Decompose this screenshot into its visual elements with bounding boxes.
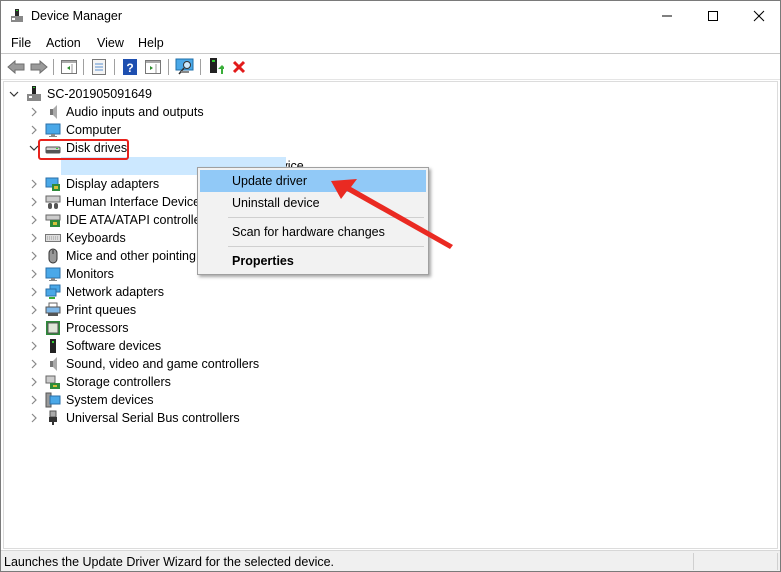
computer-root-icon [27, 86, 41, 101]
keyboard-icon [45, 234, 61, 242]
show-hide-console-tree-icon [61, 60, 77, 74]
printer-icon [45, 302, 61, 316]
menu-bar: File Action View Help [1, 32, 780, 54]
tree-item-monitors[interactable]: Monitors [66, 267, 114, 281]
forward-arrow-icon [30, 60, 48, 74]
chevron-right-icon[interactable] [29, 251, 39, 261]
annotation-highlight-box [38, 139, 129, 160]
chevron-down-icon[interactable] [9, 89, 19, 99]
display-adapter-icon [45, 177, 60, 191]
uninstall-device-button[interactable] [229, 57, 249, 77]
tree-root-computer-name[interactable]: SC-201905091649 [47, 87, 152, 101]
usb-icon [49, 410, 57, 425]
scan-hardware-button[interactable] [175, 57, 195, 77]
device-manager-app-icon [11, 9, 23, 22]
monitor-icon [45, 267, 61, 281]
menu-action[interactable]: Action [46, 36, 81, 50]
status-text: Launches the Update Driver Wizard for th… [4, 555, 335, 569]
storage-controller-icon [45, 375, 60, 389]
chevron-right-icon[interactable] [29, 269, 39, 279]
svg-text:?: ? [126, 61, 133, 75]
tree-item-display-adapters[interactable]: Display adapters [66, 177, 159, 191]
close-icon [753, 10, 765, 22]
chevron-right-icon[interactable] [29, 341, 39, 351]
tree-item-software-devices[interactable]: Software devices [66, 339, 161, 353]
device-manager-window: Device Manager File Action View Help ? S… [0, 0, 781, 572]
tree-item-print-queues[interactable]: Print queues [66, 303, 136, 317]
menu-view[interactable]: View [97, 36, 124, 50]
show-hide-console-tree-button[interactable] [59, 57, 79, 77]
status-divider [777, 553, 778, 570]
speaker-icon [50, 105, 57, 119]
tree-item-network-adapters[interactable]: Network adapters [66, 285, 164, 299]
tree-item-processors[interactable]: Processors [66, 321, 129, 335]
software-device-icon [50, 339, 56, 353]
network-icon [45, 284, 61, 299]
menu-file[interactable]: File [11, 36, 31, 50]
chevron-right-icon[interactable] [29, 197, 39, 207]
tree-item-sound-video-and-game-controllers[interactable]: Sound, video and game controllers [66, 357, 259, 371]
uninstall-device-icon [232, 60, 246, 74]
properties-icon [92, 59, 106, 75]
tree-item-computer[interactable]: Computer [66, 123, 121, 137]
update-driver-button[interactable] [206, 57, 226, 77]
annotation-arrow [331, 179, 453, 249]
monitor-icon [45, 123, 61, 137]
ide-controller-icon [45, 214, 61, 227]
chevron-right-icon[interactable] [29, 323, 39, 333]
chevron-right-icon[interactable] [29, 287, 39, 297]
properties-button[interactable] [89, 57, 109, 77]
chevron-right-icon[interactable] [29, 125, 39, 135]
title-bar: Device Manager [1, 1, 780, 32]
chevron-right-icon[interactable] [29, 179, 39, 189]
window-title: Device Manager [31, 9, 123, 23]
status-divider [693, 553, 694, 570]
tree-item-human-interface-devices[interactable]: Human Interface Devices [66, 195, 206, 209]
processor-icon [46, 321, 60, 335]
back-arrow-icon [7, 60, 25, 74]
chevron-right-icon[interactable] [29, 377, 39, 387]
chevron-right-icon[interactable] [29, 233, 39, 243]
context-menu-properties[interactable]: Properties [200, 250, 426, 272]
help-button[interactable]: ? [120, 57, 140, 77]
tree-item-audio-inputs-and-outputs[interactable]: Audio inputs and outputs [66, 105, 204, 119]
tree-item-ide-ata-atapi-controllers[interactable]: IDE ATA/ATAPI controllers [66, 213, 211, 227]
show-action-pane-icon [145, 60, 161, 74]
mouse-icon [48, 248, 58, 264]
menu-help[interactable]: Help [138, 36, 164, 50]
show-action-pane-button[interactable] [143, 57, 163, 77]
maximize-button[interactable] [690, 1, 736, 31]
chevron-right-icon[interactable] [29, 107, 39, 117]
toolbar: ? [1, 54, 780, 80]
tree-item-universal-serial-bus-controllers[interactable]: Universal Serial Bus controllers [66, 411, 240, 425]
close-button[interactable] [736, 1, 781, 31]
status-bar: Launches the Update Driver Wizard for th… [1, 550, 780, 571]
chevron-right-icon[interactable] [29, 305, 39, 315]
forward-button[interactable] [29, 57, 49, 77]
tree-item-storage-controllers[interactable]: Storage controllers [66, 375, 171, 389]
tree-item-keyboards[interactable]: Keyboards [66, 231, 126, 245]
chevron-right-icon[interactable] [29, 359, 39, 369]
tree-item-system-devices[interactable]: System devices [66, 393, 154, 407]
hid-icon [45, 195, 61, 209]
chevron-right-icon[interactable] [29, 395, 39, 405]
speaker-icon [50, 357, 57, 371]
system-device-icon [45, 392, 61, 408]
chevron-right-icon[interactable] [29, 413, 39, 423]
back-button[interactable] [6, 57, 26, 77]
update-driver-icon [210, 58, 224, 74]
help-icon: ? [123, 59, 137, 75]
minimize-button[interactable] [644, 1, 690, 31]
scan-hardware-icon [175, 58, 194, 75]
minimize-icon [662, 15, 672, 17]
chevron-right-icon[interactable] [29, 215, 39, 225]
maximize-icon [708, 11, 718, 21]
